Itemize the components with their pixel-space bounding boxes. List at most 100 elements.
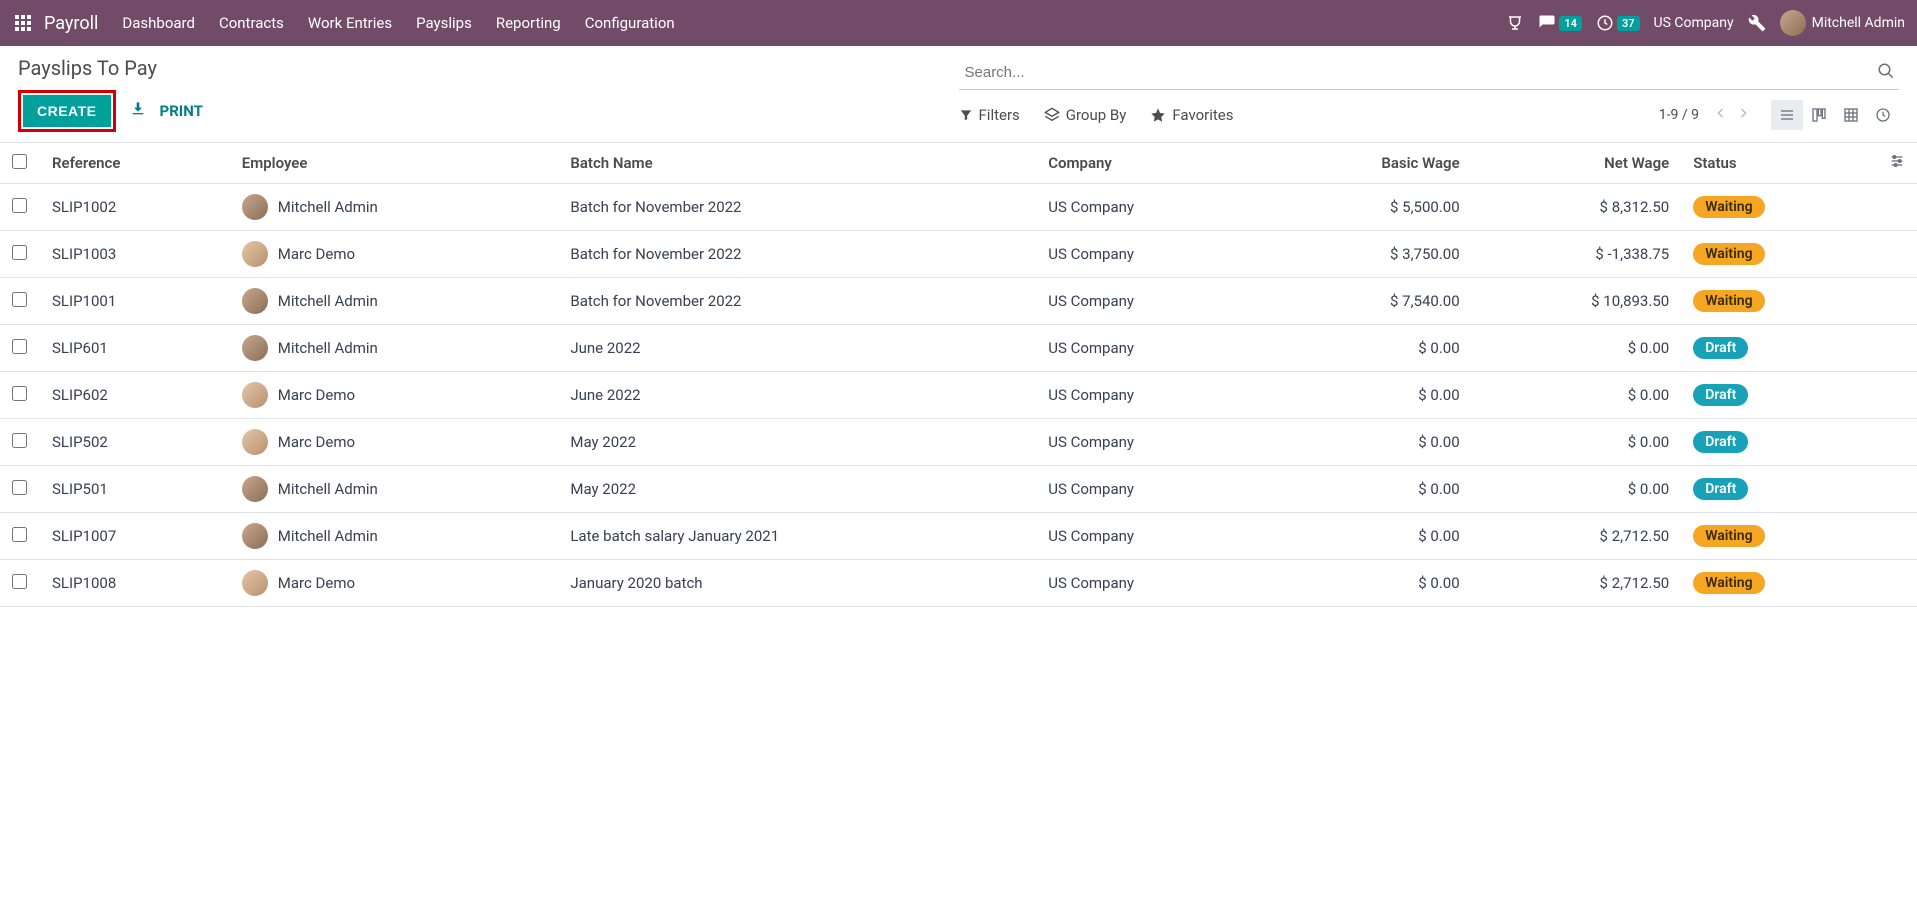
row-checkbox[interactable] (12, 574, 27, 589)
cell-basic-wage: $ 0.00 (1262, 372, 1472, 419)
col-net-wage[interactable]: Net Wage (1472, 143, 1682, 184)
employee-avatar (242, 570, 268, 596)
cell-net-wage: $ 0.00 (1472, 419, 1682, 466)
table-row[interactable]: SLIP1003 Marc Demo Batch for November 20… (0, 231, 1917, 278)
table-row[interactable]: SLIP501 Mitchell Admin May 2022 US Compa… (0, 466, 1917, 513)
col-employee[interactable]: Employee (230, 143, 559, 184)
cell-reference: SLIP1001 (40, 278, 230, 325)
table-row[interactable]: SLIP602 Marc Demo June 2022 US Company $… (0, 372, 1917, 419)
create-highlight: CREATE (18, 90, 116, 132)
cell-net-wage: $ 8,312.50 (1472, 184, 1682, 231)
user-menu[interactable]: Mitchell Admin (1780, 10, 1905, 36)
optional-fields-icon[interactable] (1889, 155, 1905, 173)
status-badge: Draft (1693, 384, 1748, 406)
col-reference[interactable]: Reference (40, 143, 230, 184)
table-row[interactable]: SLIP1001 Mitchell Admin Batch for Novemb… (0, 278, 1917, 325)
col-basic-wage[interactable]: Basic Wage (1262, 143, 1472, 184)
row-checkbox-cell (0, 513, 40, 560)
view-list-icon[interactable] (1771, 100, 1803, 130)
search-input[interactable] (959, 60, 1874, 85)
cell-spacer (1877, 419, 1917, 466)
table-row[interactable]: SLIP601 Mitchell Admin June 2022 US Comp… (0, 325, 1917, 372)
employee-avatar (242, 429, 268, 455)
status-badge: Waiting (1693, 572, 1764, 594)
table-row[interactable]: SLIP502 Marc Demo May 2022 US Company $ … (0, 419, 1917, 466)
table-row[interactable]: SLIP1002 Mitchell Admin Batch for Novemb… (0, 184, 1917, 231)
row-checkbox[interactable] (12, 527, 27, 542)
row-checkbox[interactable] (12, 386, 27, 401)
cell-company: US Company (1036, 231, 1261, 278)
menu-dashboard[interactable]: Dashboard (122, 14, 195, 32)
col-company[interactable]: Company (1036, 143, 1261, 184)
cell-reference: SLIP602 (40, 372, 230, 419)
row-checkbox[interactable] (12, 245, 27, 260)
row-checkbox[interactable] (12, 339, 27, 354)
apps-icon[interactable] (12, 12, 34, 34)
table-row[interactable]: SLIP1008 Marc Demo January 2020 batch US… (0, 560, 1917, 607)
menu-payslips[interactable]: Payslips (416, 14, 472, 32)
view-kanban-icon[interactable] (1803, 100, 1835, 130)
activities-tray[interactable]: 37 (1596, 14, 1640, 32)
status-badge: Draft (1693, 337, 1748, 359)
cell-spacer (1877, 325, 1917, 372)
row-checkbox[interactable] (12, 198, 27, 213)
menu-reporting[interactable]: Reporting (496, 14, 561, 32)
menu-contracts[interactable]: Contracts (219, 14, 284, 32)
cell-company: US Company (1036, 419, 1261, 466)
filters-menu[interactable]: Filters (959, 106, 1020, 124)
cell-reference: SLIP601 (40, 325, 230, 372)
cell-status: Draft (1681, 466, 1877, 513)
cell-net-wage: $ 0.00 (1472, 466, 1682, 513)
row-checkbox[interactable] (12, 433, 27, 448)
cell-spacer (1877, 466, 1917, 513)
download-icon[interactable] (130, 101, 146, 121)
row-checkbox[interactable] (12, 292, 27, 307)
print-button[interactable]: PRINT (160, 102, 203, 120)
cell-employee: Mitchell Admin (230, 466, 559, 513)
cell-reference: SLIP502 (40, 419, 230, 466)
layers-icon (1044, 107, 1060, 123)
groupby-menu[interactable]: Group By (1044, 106, 1127, 124)
col-options (1877, 143, 1917, 184)
cell-status: Draft (1681, 419, 1877, 466)
cell-batch: May 2022 (558, 466, 1036, 513)
messages-tray[interactable]: 14 (1538, 14, 1582, 32)
table-row[interactable]: SLIP1007 Mitchell Admin Late batch salar… (0, 513, 1917, 560)
cell-company: US Company (1036, 325, 1261, 372)
create-button[interactable]: CREATE (23, 95, 111, 127)
messages-count: 14 (1559, 16, 1582, 31)
view-activity-icon[interactable] (1867, 100, 1899, 130)
search-icon[interactable] (1873, 62, 1899, 84)
debug-icon[interactable] (1748, 14, 1766, 32)
company-switcher[interactable]: US Company (1654, 15, 1734, 31)
voip-icon[interactable] (1506, 14, 1524, 32)
col-batch[interactable]: Batch Name (558, 143, 1036, 184)
select-all-checkbox[interactable] (12, 154, 27, 169)
cell-spacer (1877, 372, 1917, 419)
cell-net-wage: $ 2,712.50 (1472, 560, 1682, 607)
cell-status: Draft (1681, 372, 1877, 419)
favorites-menu[interactable]: Favorites (1150, 106, 1233, 124)
cell-net-wage: $ 10,893.50 (1472, 278, 1682, 325)
cell-spacer (1877, 560, 1917, 607)
col-checkbox (0, 143, 40, 184)
cell-basic-wage: $ 0.00 (1262, 466, 1472, 513)
pager-next[interactable] (1735, 105, 1751, 125)
employee-avatar (242, 335, 268, 361)
cell-employee: Marc Demo (230, 419, 559, 466)
view-pivot-icon[interactable] (1835, 100, 1867, 130)
col-status[interactable]: Status (1681, 143, 1877, 184)
pager-prev[interactable] (1713, 105, 1729, 125)
menu-work-entries[interactable]: Work Entries (308, 14, 392, 32)
menu-configuration[interactable]: Configuration (585, 14, 675, 32)
row-checkbox-cell (0, 560, 40, 607)
row-checkbox[interactable] (12, 480, 27, 495)
cell-batch: Late batch salary January 2021 (558, 513, 1036, 560)
cell-net-wage: $ 2,712.50 (1472, 513, 1682, 560)
cell-basic-wage: $ 0.00 (1262, 560, 1472, 607)
funnel-icon (959, 108, 973, 122)
cell-batch: June 2022 (558, 372, 1036, 419)
row-checkbox-cell (0, 419, 40, 466)
top-navbar: Payroll Dashboard Contracts Work Entries… (0, 0, 1917, 46)
cell-status: Waiting (1681, 278, 1877, 325)
